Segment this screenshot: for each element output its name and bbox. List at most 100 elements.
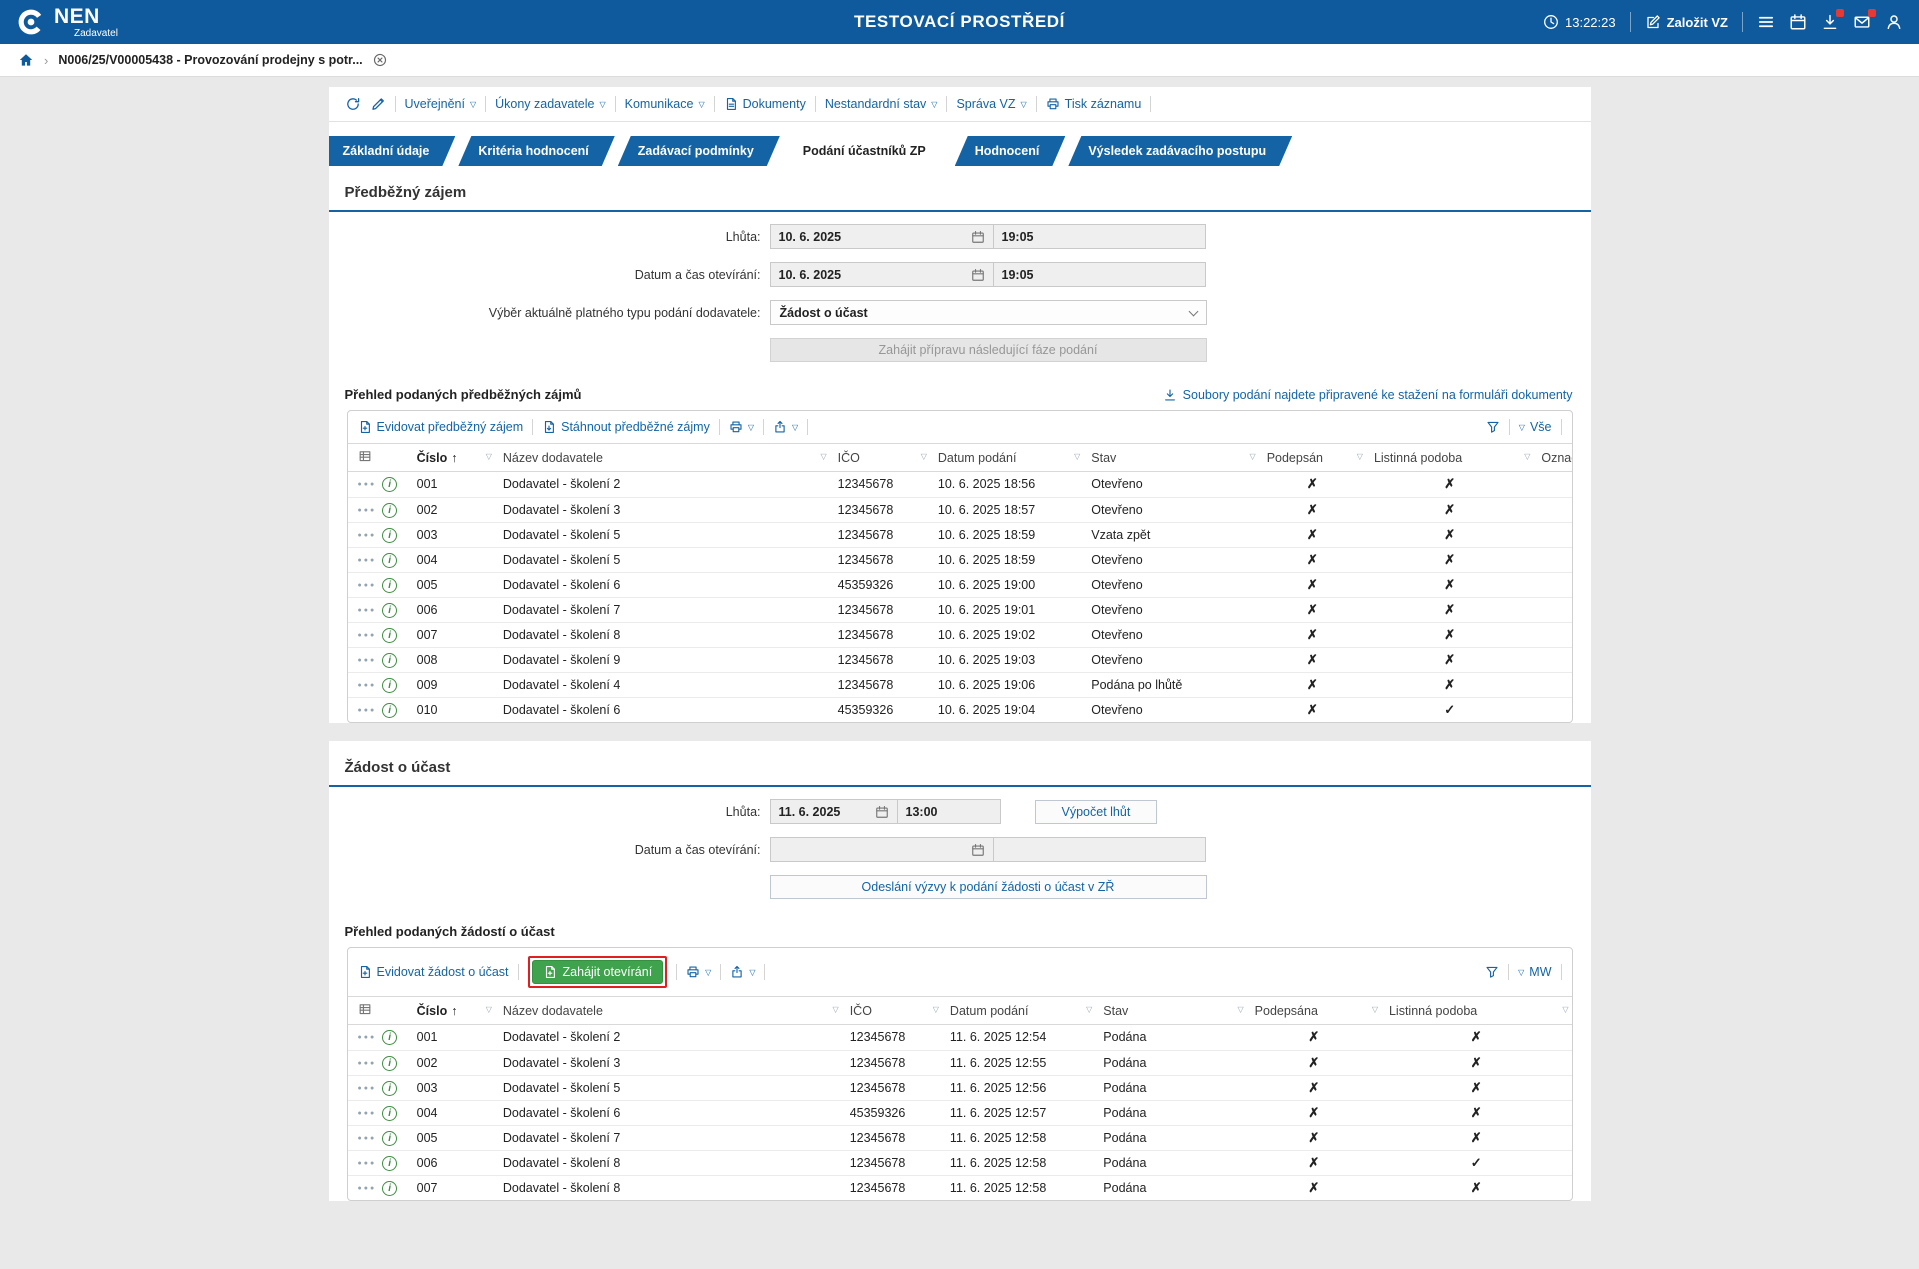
row-info-icon[interactable]: i (382, 477, 398, 492)
prelim-table-row[interactable]: ●●● i 004 Dodavatel - školení 5 12345678… (347, 546, 1572, 572)
filter-preset-vse[interactable]: ▽ Vše (1519, 420, 1552, 434)
menu-ukony-zadavatele[interactable]: Úkony zadavatele ▽ (495, 97, 606, 111)
row-info-icon[interactable]: i (382, 627, 398, 643)
row-actions-icon[interactable]: ●●● (358, 657, 377, 664)
row-actions-icon[interactable]: ●●● (358, 1060, 377, 1067)
tab-zadavaci-podminky[interactable]: Zadávací podmínky (618, 136, 780, 166)
tab-hodnoceni[interactable]: Hodnocení (955, 136, 1066, 166)
home-icon[interactable] (18, 52, 34, 68)
row-actions-icon[interactable]: ●●● (358, 481, 377, 488)
zadost-opening-date-field[interactable] (769, 837, 994, 862)
deadline-time-field[interactable]: 19:05 (992, 224, 1206, 249)
calc-deadlines-button[interactable]: Výpočet lhůt (1034, 799, 1158, 824)
row-actions-icon[interactable]: ●●● (358, 682, 377, 689)
menu-nestandardni-stav[interactable]: Nestandardní stav ▽ (825, 97, 938, 111)
row-actions-icon[interactable]: ●●● (358, 1110, 377, 1117)
filter-caret-icon[interactable]: ▽ (1074, 452, 1080, 461)
row-info-icon[interactable]: i (382, 1030, 398, 1045)
filter-caret-icon[interactable]: ▽ (1562, 1005, 1568, 1014)
column-cislo[interactable]: Číslo ↑ ▽ (408, 996, 495, 1025)
column-datum-podani[interactable]: Datum podání ▽ (941, 996, 1096, 1025)
column-podepsana[interactable]: Podepsána ▽ (1246, 996, 1381, 1025)
prelim-table-row[interactable]: ●●● i 008 Dodavatel - školení 9 12345678… (347, 646, 1572, 672)
zadost-table-row[interactable]: ●●● i 002 Dodavatel - školení 3 12345678… (347, 1049, 1572, 1075)
register-prelim-interest-button[interactable]: Evidovat předběžný zájem (358, 420, 523, 434)
column-settings-icon[interactable] (358, 452, 372, 466)
prelim-table-row[interactable]: ●●● i 010 Dodavatel - školení 6 45359326… (347, 696, 1572, 722)
tab-vysledek-zadavaciho-postupu[interactable]: Výsledek zadávacího postupu (1068, 136, 1292, 166)
filter-funnel-icon[interactable] (1485, 965, 1499, 979)
menu-dokumenty[interactable]: Dokumenty (724, 97, 806, 111)
filter-caret-icon[interactable]: ▽ (833, 1005, 839, 1014)
filter-caret-icon[interactable]: ▽ (486, 1005, 492, 1014)
print-grid-button[interactable]: ▽ (729, 420, 754, 434)
row-info-icon[interactable]: i (382, 1105, 398, 1121)
row-actions-icon[interactable]: ●●● (358, 707, 377, 714)
deadline-date-field[interactable]: 10. 6. 2025 (769, 224, 994, 249)
create-vz-button[interactable]: Založit VZ (1645, 14, 1728, 30)
row-actions-icon[interactable]: ●●● (358, 632, 377, 639)
submission-type-select[interactable]: Žádost o účast (769, 300, 1207, 325)
zadost-table-row[interactable]: ●●● i 005 Dodavatel - školení 7 12345678… (347, 1124, 1572, 1150)
row-info-icon[interactable]: i (382, 1155, 398, 1171)
tab-zakladni-udaje[interactable]: Základní údaje (329, 136, 456, 166)
column-datum-podani[interactable]: Datum podání ▽ (929, 443, 1084, 472)
zadost-deadline-date-field[interactable]: 11. 6. 2025 (769, 799, 898, 824)
row-info-icon[interactable]: i (382, 552, 398, 568)
filter-caret-icon[interactable]: ▽ (1372, 1005, 1378, 1014)
column-ico[interactable]: IČO ▽ (829, 443, 930, 472)
prelim-table-row[interactable]: ●●● i 001 Dodavatel - školení 2 12345678… (348, 472, 1572, 498)
row-actions-icon[interactable]: ●●● (358, 1160, 377, 1167)
close-record-icon[interactable] (373, 53, 387, 67)
column-nazev-dodavatele[interactable]: Název dodavatele ▽ (494, 443, 830, 472)
row-info-icon[interactable]: i (382, 527, 398, 543)
row-info-icon[interactable]: i (382, 1180, 398, 1196)
column-stav[interactable]: Stav ▽ (1083, 443, 1259, 472)
opening-time-field[interactable]: 19:05 (992, 262, 1206, 287)
filter-preset-mw[interactable]: ▽ MW (1518, 965, 1551, 979)
submission-files-link[interactable]: Soubory podání najdete připravené ke sta… (1163, 388, 1573, 402)
column-listinna-podoba[interactable]: Listinná podoba ▽ (1365, 443, 1534, 472)
filter-caret-icon[interactable]: ▽ (821, 452, 827, 461)
edit-record-icon[interactable] (370, 96, 386, 112)
column-stav[interactable]: Stav ▽ (1095, 996, 1247, 1025)
prelim-table-row[interactable]: ●●● i 009 Dodavatel - školení 4 12345678… (347, 671, 1572, 697)
menu-tisk-zaznamu[interactable]: Tisk záznamu (1046, 97, 1141, 111)
column-ico[interactable]: IČO ▽ (841, 996, 942, 1025)
menu-komunikace[interactable]: Komunikace ▽ (625, 97, 705, 111)
export-grid-button[interactable]: ▽ (773, 420, 798, 434)
filter-caret-icon[interactable]: ▽ (486, 452, 492, 461)
zadost-table-row[interactable]: ●●● i 003 Dodavatel - školení 5 12345678… (347, 1074, 1572, 1100)
row-actions-icon[interactable]: ●●● (358, 1135, 377, 1142)
row-info-icon[interactable]: i (382, 652, 398, 668)
column-settings-icon[interactable] (358, 1005, 372, 1019)
row-info-icon[interactable]: i (382, 502, 398, 518)
column-podepsan[interactable]: Podepsán ▽ (1258, 443, 1366, 472)
row-actions-icon[interactable]: ●●● (358, 1185, 377, 1192)
user-profile-icon[interactable] (1885, 13, 1903, 31)
row-actions-icon[interactable]: ●●● (358, 1085, 377, 1092)
messages-icon[interactable] (1853, 9, 1876, 31)
zadost-table-row[interactable]: ●●● i 001 Dodavatel - školení 2 12345678… (348, 1025, 1572, 1051)
calendar-icon[interactable] (971, 268, 985, 282)
filter-funnel-icon[interactable] (1486, 420, 1500, 434)
prelim-table-row[interactable]: ●●● i 005 Dodavatel - školení 6 45359326… (347, 571, 1572, 597)
row-actions-icon[interactable]: ●●● (358, 582, 377, 589)
row-info-icon[interactable]: i (382, 1130, 398, 1146)
column-cislo[interactable]: Číslo ↑ ▽ (408, 443, 495, 472)
filter-caret-icon[interactable]: ▽ (1250, 452, 1256, 461)
prelim-table-row[interactable]: ●●● i 002 Dodavatel - školení 3 12345678… (347, 496, 1572, 522)
row-info-icon[interactable]: i (382, 677, 398, 693)
row-actions-icon[interactable]: ●●● (358, 607, 377, 614)
filter-caret-icon[interactable]: ▽ (921, 452, 927, 461)
zadost-table-row[interactable]: ●●● i 004 Dodavatel - školení 6 45359326… (347, 1099, 1572, 1125)
register-zadost-button[interactable]: Evidovat žádost o účast (358, 965, 509, 979)
column-nazev-dodavatele[interactable]: Název dodavatele ▽ (494, 996, 842, 1025)
row-actions-icon[interactable]: ●●● (358, 507, 377, 514)
calendar-icon[interactable] (875, 805, 889, 819)
zadost-table-row[interactable]: ●●● i 007 Dodavatel - školení 8 12345678… (347, 1174, 1572, 1200)
row-info-icon[interactable]: i (382, 602, 398, 618)
column-listinna-podoba[interactable]: Listinná podoba ▽ (1380, 996, 1572, 1025)
prelim-table-row[interactable]: ●●● i 006 Dodavatel - školení 7 12345678… (347, 596, 1572, 622)
calendar-icon[interactable] (971, 843, 985, 857)
